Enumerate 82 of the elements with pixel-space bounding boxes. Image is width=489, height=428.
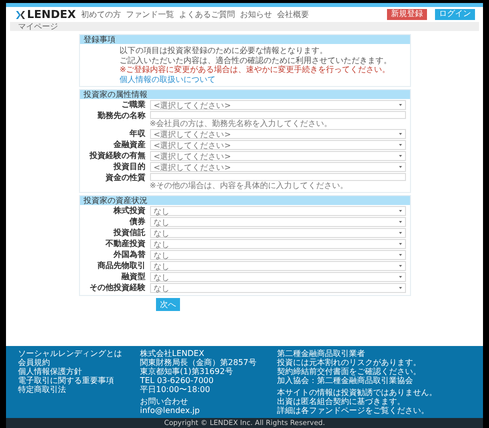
- text-area[interactable]: [150, 111, 406, 119]
- privacy-link[interactable]: 個人情報の取扱いについて: [120, 74, 410, 84]
- field-label: 年収: [128, 129, 146, 139]
- notice-text: ご記入いただいた内容は、適合性の確認のために利用させていただきます。: [120, 56, 392, 64]
- caret-icon: [398, 210, 402, 212]
- section-header: 登録事項: [80, 35, 410, 44]
- disclaimer-text: 加入協会：第二種金融商品取引業協会: [277, 376, 414, 385]
- caret-icon: [398, 232, 402, 234]
- nav-link[interactable]: 会社概要: [276, 9, 309, 20]
- select-field[interactable]: <選択してください>: [150, 162, 406, 172]
- field-note: ※その他の場合は、内容を具体的に入力してください。: [150, 181, 350, 190]
- field-label: ご職業: [120, 100, 146, 110]
- footer-link[interactable]: 特定商取引法: [18, 385, 128, 394]
- company-info: 平日10:00〜18:00: [140, 385, 212, 394]
- logo-icon: [16, 10, 25, 18]
- field-note: ※会社員の方は、勤務先名称を入力してください。: [150, 119, 334, 128]
- field-label: 投資経験の有無: [88, 151, 146, 161]
- nav-link[interactable]: よくあるご質問: [178, 9, 235, 20]
- field-label: 不動産投資: [104, 239, 146, 249]
- select-field[interactable]: なし: [150, 250, 406, 260]
- caret-icon: [398, 221, 402, 223]
- login-button[interactable]: ログイン: [435, 9, 475, 20]
- field-label: 融資型: [120, 272, 146, 282]
- section-header: 投資家の属性情報: [80, 90, 410, 99]
- section-header: 投資家の資産状況: [80, 196, 410, 205]
- select-field[interactable]: なし: [150, 206, 406, 216]
- footer-link[interactable]: ソーシャルレンディングとは: [18, 349, 128, 358]
- field-label: 投資信託: [112, 228, 146, 238]
- select-field[interactable]: なし: [150, 239, 406, 249]
- logo-text[interactable]: LENDEX: [27, 8, 76, 21]
- select-field[interactable]: なし: [150, 228, 406, 238]
- company-info: 株式会社LENDEX: [140, 349, 206, 358]
- disclaimer-text: 出資は匿名組合契約に基づきます。: [277, 397, 406, 406]
- caret-icon: [398, 243, 402, 245]
- caret-icon: [398, 133, 402, 135]
- contact-info: お問い合わせ: [140, 397, 189, 406]
- caret-icon: [398, 254, 402, 256]
- caret-icon: [398, 265, 402, 267]
- caret-icon: [398, 276, 402, 278]
- field-label: 資金の性質: [104, 173, 146, 183]
- footer-link[interactable]: 電子取引に関する重要事項: [18, 376, 128, 385]
- field-label: 商品先物取引: [96, 261, 146, 271]
- select-field[interactable]: <選択してください>: [150, 100, 406, 110]
- caret-icon: [398, 104, 402, 106]
- breadcrumb-link[interactable]: マイページ: [18, 22, 58, 31]
- nav-link[interactable]: ファンド一覧: [126, 9, 174, 20]
- select-field[interactable]: なし: [150, 261, 406, 271]
- field-label: 金融資産: [112, 140, 146, 150]
- disclaimer-text: 本サイトの情報は投資勧誘ではありません。: [277, 388, 437, 397]
- field-label: 債券: [128, 217, 146, 227]
- disclaimer-text: 契約締結前交付書面をご確認ください。: [277, 367, 422, 376]
- notice-text: ※ご登録内容に変更がある場合は、速やかに変更手続きを行ってください。: [120, 65, 392, 74]
- select-field[interactable]: <選択してください>: [150, 151, 406, 161]
- company-info: 東京都知事(1)第31692号: [140, 367, 234, 376]
- footer-link[interactable]: 個人情報保護方針: [18, 367, 128, 376]
- text-area[interactable]: [150, 173, 406, 181]
- select-field[interactable]: <選択してください>: [150, 140, 406, 150]
- field-label: 投資目的: [112, 162, 146, 172]
- next-button[interactable]: 次へ: [156, 298, 180, 311]
- company-info: TEL 03-6260-7000: [140, 376, 215, 385]
- field-label: その他投資経験: [88, 283, 146, 293]
- field-label: 株式投資: [112, 206, 146, 216]
- register-button[interactable]: 新規登録: [387, 9, 427, 20]
- select-field[interactable]: なし: [150, 217, 406, 227]
- disclaimer-text: 投資には元本割れのリスクがあります。: [277, 358, 422, 367]
- caret-icon: [398, 166, 402, 168]
- notice-text: 以下の項目は投資家登録のために必要な情報となります。: [120, 46, 328, 56]
- contact-info: info@lendex.jp: [140, 406, 201, 415]
- nav-link[interactable]: 初めての方: [80, 9, 121, 20]
- caret-icon: [398, 155, 402, 157]
- nav-link[interactable]: お知らせ: [240, 9, 272, 20]
- select-field[interactable]: なし: [150, 283, 406, 293]
- caret-icon: [398, 287, 402, 289]
- caret-icon: [398, 144, 402, 146]
- disclaimer-text: 詳細は各ファンドページをご覧ください。: [277, 406, 430, 415]
- company-info: 関東財務局長（金商）第2857号: [140, 358, 258, 367]
- select-field[interactable]: なし: [150, 272, 406, 282]
- field-label: 勤務先の名称: [96, 111, 146, 121]
- footer-link[interactable]: 会員規約: [18, 358, 128, 367]
- select-field[interactable]: <選択してください>: [150, 129, 406, 139]
- disclaimer-text: 第二種金融商品取引業者: [277, 349, 366, 358]
- field-label: 外国為替: [112, 250, 146, 260]
